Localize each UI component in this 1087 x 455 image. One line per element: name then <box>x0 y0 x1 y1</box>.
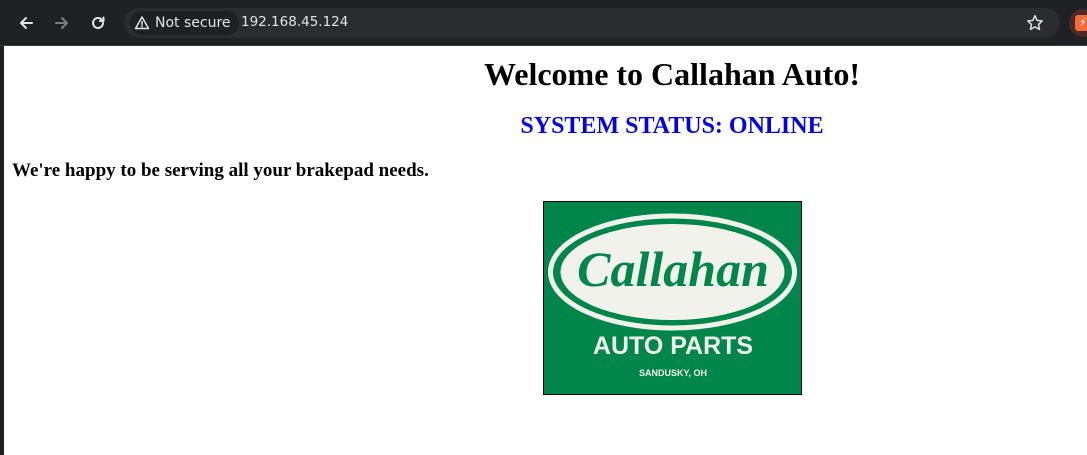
page-heading: Welcome to Callahan Auto! <box>484 56 860 92</box>
web-page: Welcome to Callahan Auto! SYSTEM STATUS:… <box>4 46 1087 455</box>
url-text[interactable]: 192.168.45.124 <box>241 14 348 30</box>
extension-icon: ⚡ <box>1075 15 1087 31</box>
browser-toolbar: Not secure 192.168.45.124 ⚡ <box>0 0 1087 46</box>
back-button[interactable] <box>11 8 41 38</box>
callahan-logo: Callahan AUTO PARTS SANDUSKY, OH <box>543 201 802 395</box>
forward-button[interactable] <box>47 8 77 38</box>
arrow-right-icon <box>55 17 68 29</box>
reload-icon <box>92 16 105 29</box>
warning-icon <box>134 16 150 30</box>
logo-brand: Callahan <box>577 241 769 297</box>
logo-line: AUTO PARTS <box>593 332 753 360</box>
address-bar[interactable]: Not secure 192.168.45.124 <box>124 8 1060 38</box>
arrow-left-icon <box>20 17 33 29</box>
star-icon <box>1027 15 1043 31</box>
security-label: Not secure <box>155 15 231 31</box>
tagline: We're happy to be serving all your brake… <box>12 160 429 181</box>
reload-button[interactable] <box>83 8 113 38</box>
site-security-chip[interactable]: Not secure <box>130 11 239 35</box>
system-status: SYSTEM STATUS: ONLINE <box>520 113 824 139</box>
bookmark-button[interactable] <box>1021 9 1049 37</box>
logo-location: SANDUSKY, OH <box>639 368 707 378</box>
logo-graphic: Callahan AUTO PARTS SANDUSKY, OH <box>548 213 797 378</box>
extension-button[interactable]: ⚡ <box>1069 9 1087 37</box>
